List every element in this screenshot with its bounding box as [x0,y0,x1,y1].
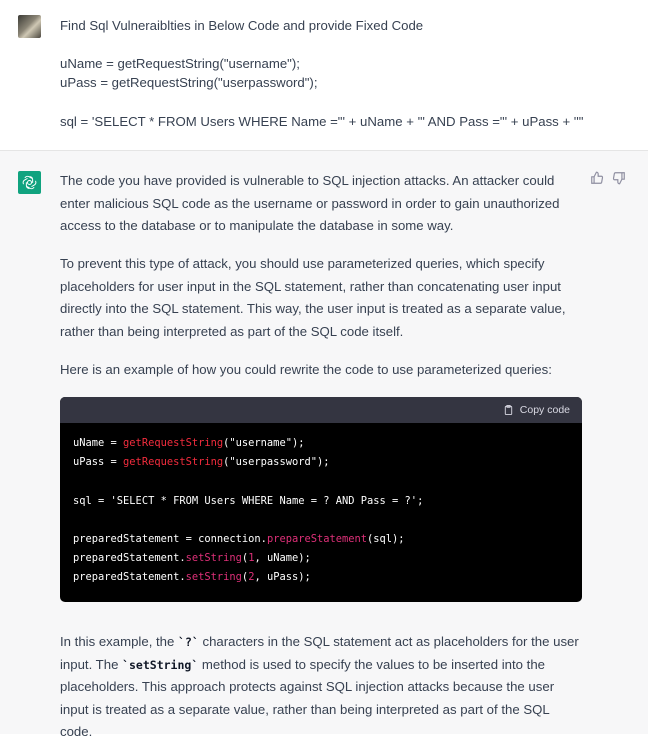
assistant-paragraph: In this example, the `?` characters in t… [60,634,579,739]
user-avatar [18,15,41,38]
clipboard-icon [504,404,512,416]
copy-code-label: Copy code [519,404,570,416]
user-message: Find Sql Vulneraiblties in Below Code an… [0,0,648,151]
inline-code: `?` [178,635,199,649]
code-line: preparedStatement.setString(2, uPass); [73,571,311,584]
copy-code-button[interactable]: Copy code [503,404,570,416]
code-line: uPass = getRequestString("userpassword")… [73,456,330,469]
code-line-blank: ​ [73,511,569,530]
inline-code: `setString` [122,657,199,672]
user-code-line: uPass = getRequestString("userpassword")… [60,75,318,90]
user-code-line: sql = 'SELECT * FROM Users WHERE Name ="… [60,114,584,129]
assistant-message: The code you have provided is vulnerable… [0,151,648,739]
code-line-blank: ​ [73,472,569,491]
code-line: sql = 'SELECT * FROM Users WHERE Name = … [73,494,424,507]
code-line: preparedStatement.setString(1, uName); [73,552,311,565]
user-code-line: uName = getRequestString("username"); [60,56,300,71]
assistant-paragraph: Here is an example of how you could rewr… [60,362,552,377]
code-content: uName = getRequestString("username"); uPa… [60,423,582,588]
code-line: preparedStatement = connection.prepareSt… [73,533,405,546]
assistant-paragraph: To prevent this type of attack, you shou… [60,256,566,339]
user-message-title: Find Sql Vulneraiblties in Below Code an… [60,18,424,33]
code-line: uName = getRequestString("username"); [73,437,305,449]
thumbs-up-icon[interactable] [590,171,604,185]
user-message-text: Find Sql Vulneraiblties in Below Code an… [60,0,620,129]
code-block-header: Copy code [60,397,582,423]
chatgpt-logo-icon [18,171,41,194]
code-block: Copy code uName = getRequestString("user… [60,397,582,602]
feedback-buttons [590,171,626,185]
assistant-paragraph: The code you have provided is vulnerable… [60,173,560,233]
thumbs-down-icon[interactable] [612,171,626,185]
